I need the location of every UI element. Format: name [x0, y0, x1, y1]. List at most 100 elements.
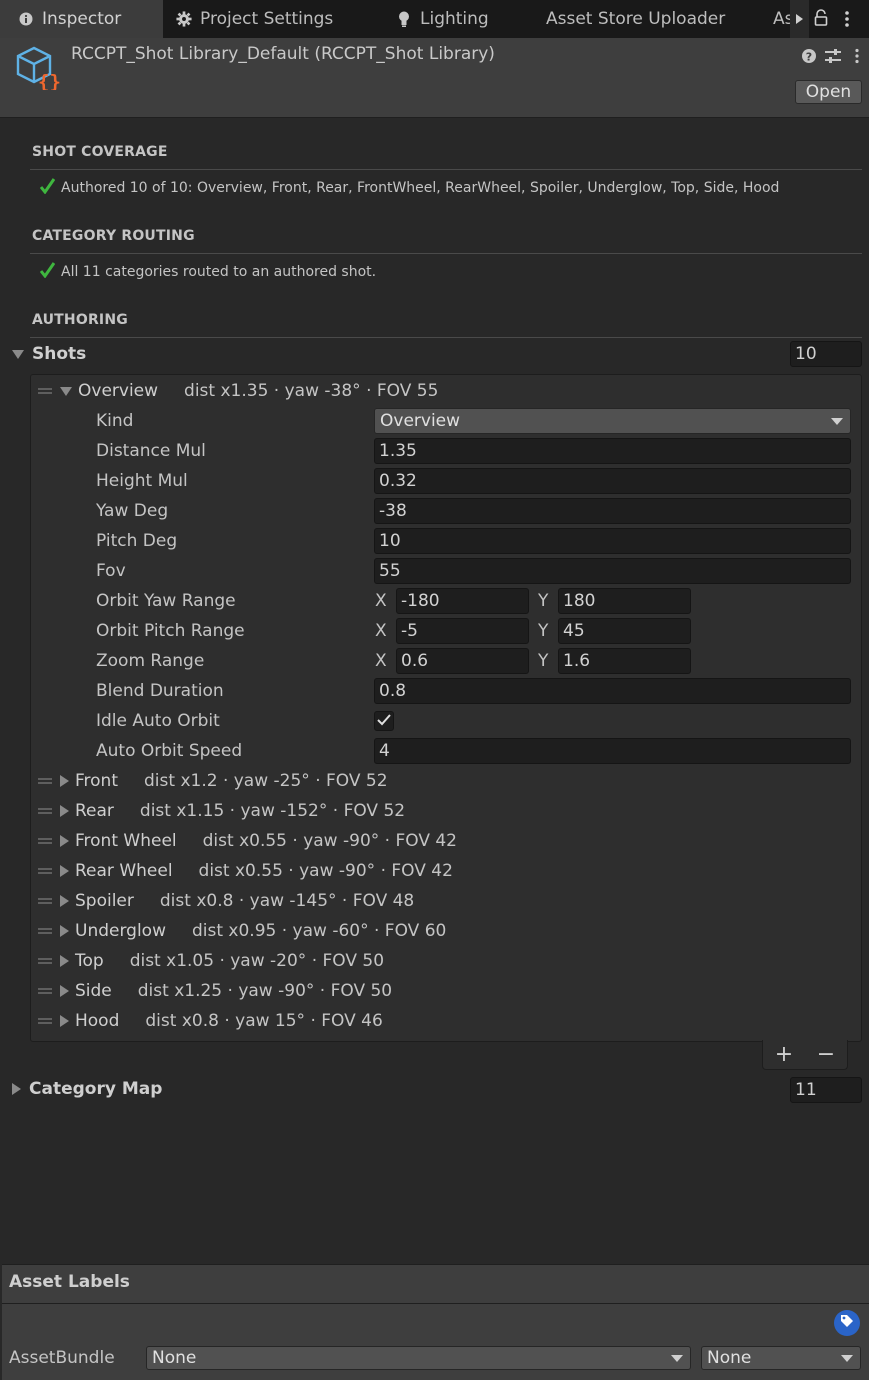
tab-truncated[interactable]: As	[773, 0, 790, 38]
x-label: X	[375, 591, 387, 611]
drag-handle-icon[interactable]	[38, 988, 52, 994]
height-mul-label: Height Mul	[96, 471, 188, 491]
height-mul-field[interactable]: 0.32	[374, 468, 851, 494]
drag-handle-icon[interactable]	[38, 808, 52, 814]
shot-row-top[interactable]: Top dist x1.05 · yaw -20° · FOV 50	[38, 947, 384, 975]
category-map-foldout[interactable]: Category Map	[12, 1079, 162, 1099]
shot-row-hood[interactable]: Hood dist x0.8 · yaw 15° · FOV 46	[38, 1007, 383, 1035]
section-divider	[30, 169, 862, 170]
shot-name: Rear Wheel	[75, 861, 173, 881]
label-tag-button[interactable]	[834, 1310, 860, 1336]
remove-shot-button[interactable]: −	[817, 1042, 835, 1067]
assetbundle-variant-dropdown[interactable]: None	[701, 1346, 861, 1370]
check-icon	[39, 262, 56, 282]
tab-inspector[interactable]: Inspector	[0, 0, 163, 38]
section-divider	[30, 337, 862, 338]
orbit-pitch-x-field[interactable]: -5	[396, 618, 529, 644]
collapsed-arrow-icon	[60, 775, 69, 787]
help-icon[interactable]: ?	[801, 48, 817, 64]
asset-labels-bar[interactable]	[2, 1264, 869, 1304]
distance-mul-field[interactable]: 1.35	[374, 438, 851, 464]
assetbundle-label: AssetBundle	[9, 1348, 115, 1368]
yaw-deg-field[interactable]: -38	[374, 498, 851, 524]
shot-row-front[interactable]: Front dist x1.2 · yaw -25° · FOV 52	[38, 767, 388, 795]
shot-row-rear[interactable]: Rear dist x1.15 · yaw -152° · FOV 52	[38, 797, 405, 825]
chevron-down-icon	[841, 1355, 853, 1362]
scriptable-object-icon: {}	[14, 46, 62, 93]
shots-count-field[interactable]: 10	[790, 341, 862, 367]
routing-status-text: All 11 categories routed to an authored …	[61, 264, 377, 280]
orbit-pitch-y-field[interactable]: 45	[558, 618, 691, 644]
shot-name: Front	[75, 771, 118, 791]
shot-row-spoiler[interactable]: Spoiler dist x0.8 · yaw -145° · FOV 48	[38, 887, 414, 915]
collapsed-arrow-icon	[12, 1083, 21, 1095]
collapsed-arrow-icon	[60, 805, 69, 817]
pitch-deg-field[interactable]: 10	[374, 528, 851, 554]
collapsed-arrow-icon	[60, 985, 69, 997]
drag-handle-icon[interactable]	[38, 388, 52, 394]
drag-handle-icon[interactable]	[38, 898, 52, 904]
drag-handle-icon[interactable]	[38, 958, 52, 964]
shot-row-side[interactable]: Side dist x1.25 · yaw -90° · FOV 50	[38, 977, 392, 1005]
shot-summary: dist x1.2 · yaw -25° · FOV 52	[144, 771, 388, 791]
gear-icon	[176, 11, 192, 27]
drag-handle-icon[interactable]	[38, 1018, 52, 1024]
shot-summary: dist x0.95 · yaw -60° · FOV 60	[191, 921, 447, 941]
zoom-y-field[interactable]: 1.6	[558, 648, 691, 674]
zoom-x-field[interactable]: 0.6	[396, 648, 529, 674]
assetbundle-dropdown[interactable]: None	[146, 1346, 691, 1370]
kind-dropdown[interactable]: Overview	[374, 408, 851, 434]
asset-title: RCCPT_Shot Library_Default (RCCPT_Shot L…	[71, 44, 495, 64]
shot-row-underglow[interactable]: Underglow dist x0.95 · yaw -60° · FOV 60	[38, 917, 446, 945]
shot-name: Front Wheel	[75, 831, 177, 851]
drag-handle-icon[interactable]	[38, 868, 52, 874]
drag-handle-icon[interactable]	[38, 928, 52, 934]
lock-icon[interactable]	[813, 9, 829, 27]
zoom-range-label: Zoom Range	[96, 651, 205, 671]
collapsed-arrow-icon	[60, 925, 69, 937]
shots-foldout[interactable]: Shots	[12, 344, 86, 364]
idle-auto-orbit-checkbox[interactable]	[374, 711, 394, 731]
kebab-menu-icon[interactable]	[842, 10, 852, 28]
category-map-count-field[interactable]: 11	[790, 1077, 862, 1103]
shot-row-rear-wheel[interactable]: Rear Wheel dist x0.55 · yaw -90° · FOV 4…	[38, 857, 453, 885]
tab-label: Lighting	[420, 9, 489, 29]
chevron-right-icon	[796, 14, 803, 24]
check-icon	[39, 178, 56, 198]
tab-scroll-right-button[interactable]	[790, 0, 809, 38]
orbit-yaw-x-field[interactable]: -180	[396, 588, 529, 614]
assetbundle-variant-value: None	[707, 1348, 752, 1368]
shot-row-overview[interactable]: Overview dist x1.35 · yaw -38° · FOV 55	[38, 377, 438, 405]
add-shot-button[interactable]: +	[775, 1042, 793, 1067]
yaw-deg-label: Yaw Deg	[96, 501, 169, 521]
tab-label: Inspector	[42, 9, 122, 29]
collapsed-arrow-icon	[60, 955, 69, 967]
blend-duration-field[interactable]: 0.8	[374, 678, 851, 704]
section-title-authoring: AUTHORING	[32, 312, 128, 328]
orbit-yaw-y-field[interactable]: 180	[558, 588, 691, 614]
y-label: Y	[538, 621, 549, 641]
drag-handle-icon[interactable]	[38, 778, 52, 784]
y-label: Y	[538, 651, 549, 671]
fov-field[interactable]: 55	[374, 558, 851, 584]
preset-icon[interactable]	[824, 48, 842, 64]
open-button[interactable]: Open	[795, 80, 862, 104]
shot-row-front-wheel[interactable]: Front Wheel dist x0.55 · yaw -90° · FOV …	[38, 827, 457, 855]
shot-summary: dist x0.8 · yaw -145° · FOV 48	[159, 891, 415, 911]
drag-handle-icon[interactable]	[38, 838, 52, 844]
tab-label: As	[773, 9, 790, 29]
auto-orbit-speed-label: Auto Orbit Speed	[96, 741, 243, 761]
coverage-status: Authored 10 of 10: Overview, Front, Rear…	[39, 178, 779, 198]
svg-text:?: ?	[806, 51, 812, 64]
section-title-shot-coverage: SHOT COVERAGE	[32, 144, 168, 160]
tab-asset-store-uploader[interactable]: Asset Store Uploader	[546, 0, 746, 38]
shot-name: Rear	[75, 801, 114, 821]
auto-orbit-speed-field[interactable]: 4	[374, 738, 851, 764]
tab-lighting[interactable]: Lighting	[396, 0, 516, 38]
shot-name: Spoiler	[75, 891, 134, 911]
collapsed-arrow-icon	[60, 895, 69, 907]
kebab-menu-icon[interactable]	[852, 48, 862, 64]
bulb-icon	[396, 11, 412, 27]
tab-project-settings[interactable]: Project Settings	[176, 0, 366, 38]
collapsed-arrow-icon	[60, 835, 69, 847]
